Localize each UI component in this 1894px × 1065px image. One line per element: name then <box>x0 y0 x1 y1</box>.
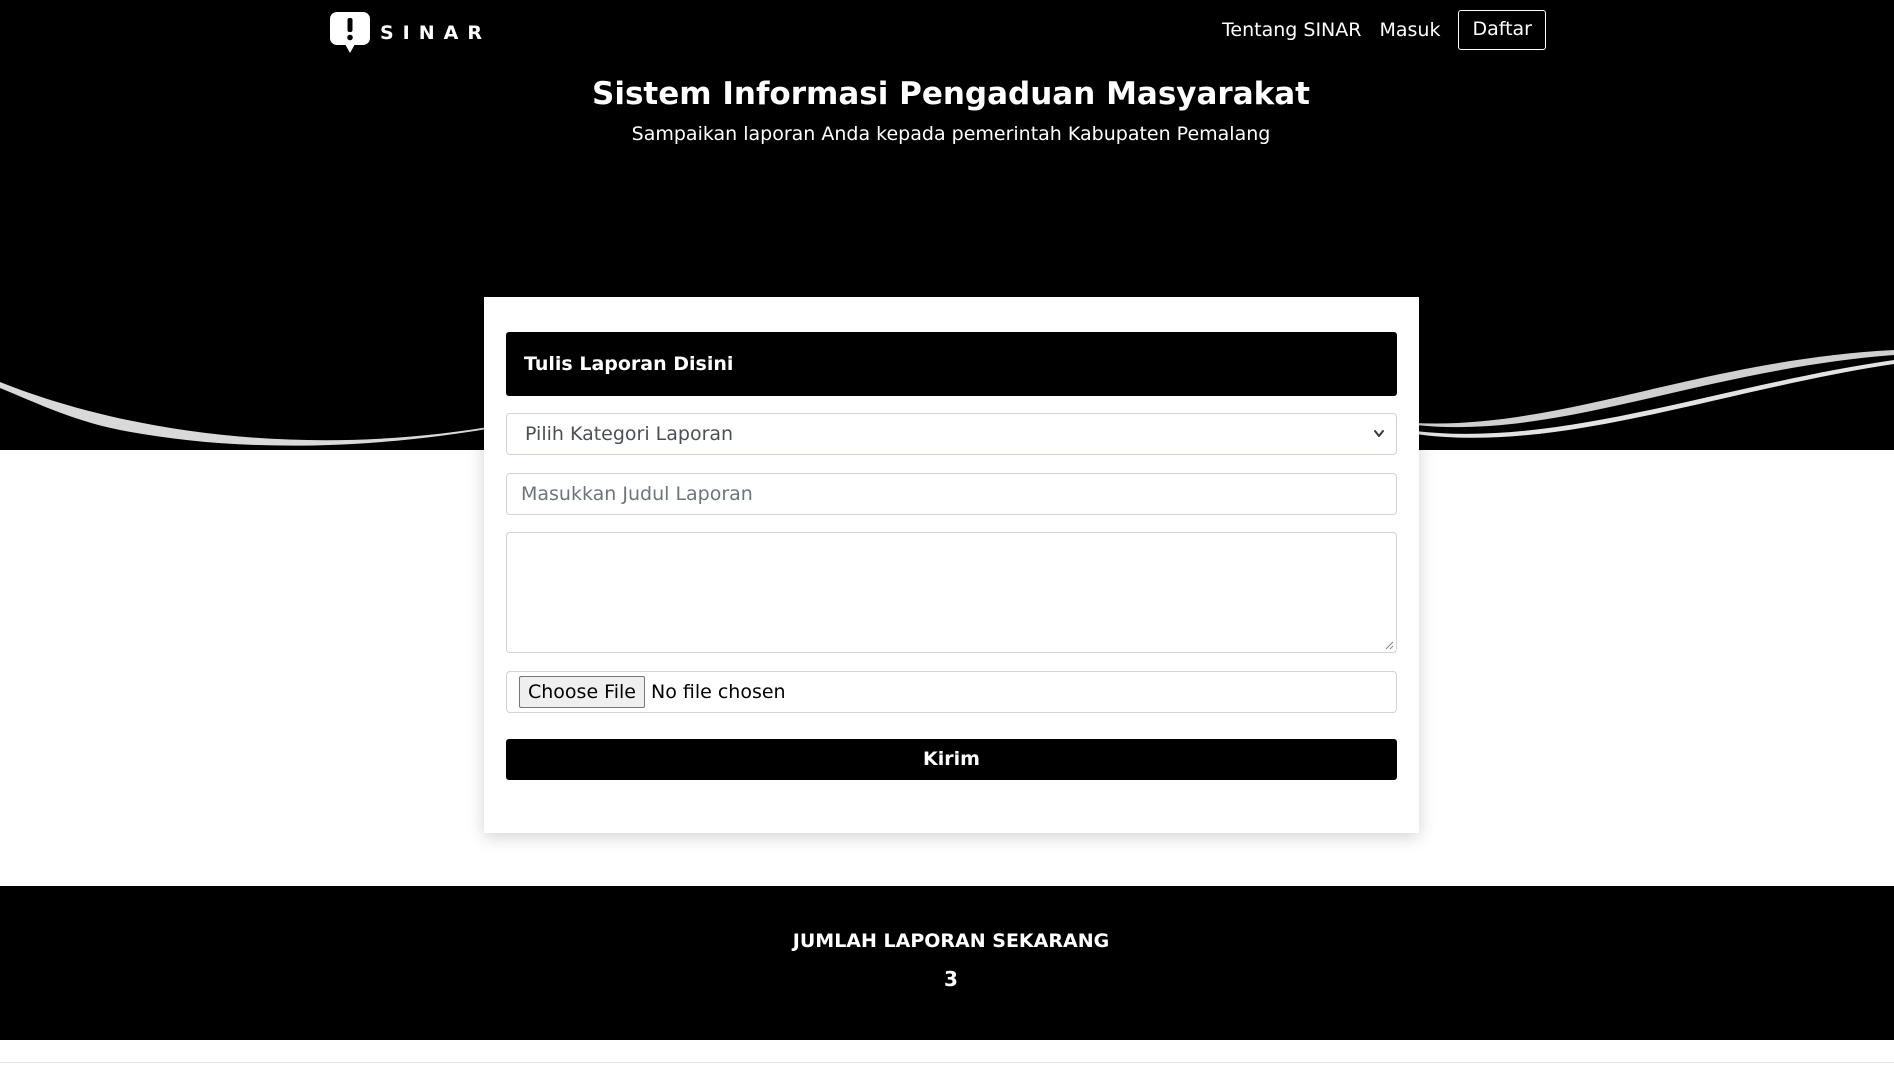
stats-section: JUMLAH LAPORAN SEKARANG 3 <box>0 886 1894 1040</box>
exclamation-chat-bubble-icon <box>330 12 370 53</box>
register-button[interactable]: Daftar <box>1458 10 1546 50</box>
resize-handle-icon[interactable] <box>1384 640 1394 650</box>
page-title: Sistem Informasi Pengaduan Masyarakat <box>592 76 1310 112</box>
form-header: Tulis Laporan Disini <box>506 332 1397 396</box>
nav-link-login[interactable]: Masuk <box>1379 19 1440 41</box>
category-select[interactable]: Pilih Kategori Laporan <box>506 413 1397 455</box>
footer-divider <box>0 1062 1894 1063</box>
brand-logo[interactable]: SINAR <box>330 12 491 54</box>
chevron-down-icon <box>1374 430 1384 437</box>
report-count-label: JUMLAH LAPORAN SEKARANG <box>792 930 1110 952</box>
report-title-input[interactable]: Masukkan Judul Laporan <box>506 473 1397 515</box>
brand-name: SINAR <box>380 22 491 44</box>
report-form-card: Tulis Laporan Disini Pilih Kategori Lapo… <box>484 297 1419 833</box>
page: SINAR Tentang SINAR Masuk Daftar Sistem … <box>0 0 1894 1065</box>
category-select-value: Pilih Kategori Laporan <box>525 423 734 445</box>
file-status-text: No file chosen <box>650 681 786 703</box>
file-upload-field: Choose File No file chosen <box>506 671 1397 713</box>
page-subtitle: Sampaikan laporan Anda kepada pemerintah… <box>631 123 1271 145</box>
nav-link-about[interactable]: Tentang SINAR <box>1222 19 1361 41</box>
report-count-value: 3 <box>944 967 958 991</box>
navbar: SINAR Tentang SINAR Masuk Daftar <box>0 0 1894 60</box>
report-body-textarea[interactable] <box>506 532 1397 653</box>
nav-links: Tentang SINAR Masuk Daftar <box>1222 10 1546 50</box>
submit-button[interactable]: Kirim <box>506 739 1397 780</box>
choose-file-button[interactable]: Choose File <box>519 676 645 708</box>
